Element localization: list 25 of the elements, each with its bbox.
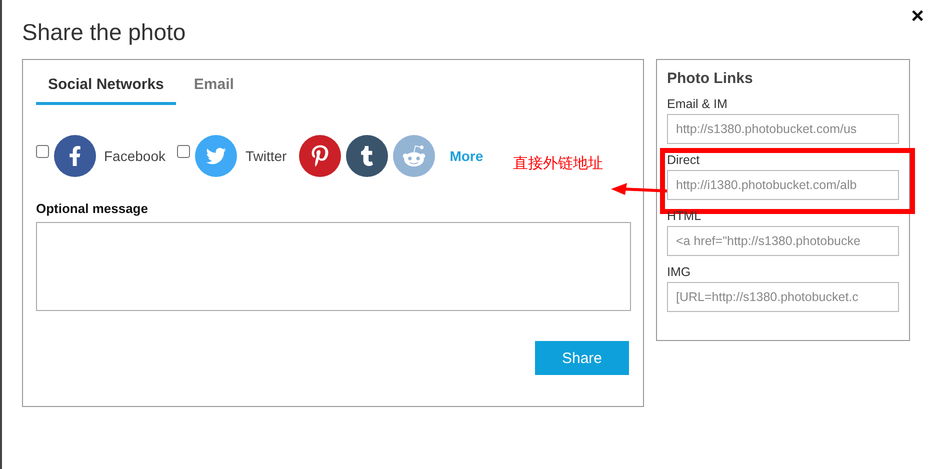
- share-button[interactable]: Share: [535, 341, 629, 375]
- t-letter-icon[interactable]: [346, 135, 388, 177]
- field-label: Email & IM: [667, 97, 728, 111]
- more-link[interactable]: More: [450, 148, 484, 164]
- message-label: Optional message: [36, 201, 149, 216]
- annotation-text: 直接外链地址: [513, 154, 603, 173]
- checkbox[interactable]: [177, 144, 190, 158]
- link-field[interactable]: <a href="http://s1380.photobucke: [667, 226, 899, 256]
- field-label: Direct: [667, 153, 701, 167]
- facebook-icon[interactable]: [54, 135, 96, 177]
- panel-title: Photo Links: [667, 70, 754, 87]
- close-button[interactable]: ×: [911, 4, 924, 28]
- message-field[interactable]: [36, 222, 631, 311]
- p-letter-icon[interactable]: [298, 135, 341, 177]
- network-label: Facebook: [104, 148, 166, 164]
- link-field[interactable]: http://s1380.photobucket.com/us: [667, 114, 899, 144]
- dialog-title: Share the photo: [22, 18, 186, 46]
- link-field[interactable]: http://i1380.photobucket.com/alb: [667, 170, 899, 200]
- field-label: IMG: [667, 265, 692, 279]
- bird-icon[interactable]: [195, 135, 238, 177]
- link-field[interactable]: [URL=http://s1380.photobucket.c: [667, 282, 899, 312]
- tab[interactable]: Social Networks: [36, 72, 176, 105]
- checkbox[interactable]: [36, 144, 49, 158]
- network-label: Twitter: [245, 148, 287, 164]
- tab[interactable]: Email: [182, 72, 246, 105]
